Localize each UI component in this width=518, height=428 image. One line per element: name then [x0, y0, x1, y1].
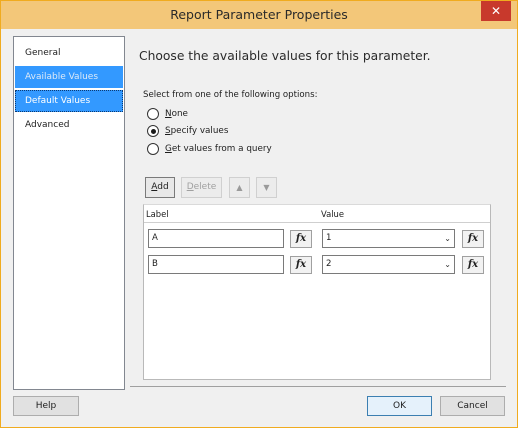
column-header-value: Value [321, 209, 344, 219]
value-text-row-1: 1 [326, 233, 332, 243]
page-navigation: General Available Values Default Values … [13, 36, 125, 390]
nav-item-available-values[interactable]: Available Values [15, 66, 123, 88]
delete-button[interactable]: Delete [181, 177, 222, 198]
arrow-up-icon: ▲ [236, 183, 243, 192]
nav-item-advanced[interactable]: Advanced [15, 114, 123, 136]
value-expression-button-row-2[interactable]: fx [462, 256, 484, 274]
value-combo-row-2[interactable]: 2 ⌄ [322, 255, 455, 274]
page-heading: Choose the available values for this par… [139, 49, 431, 63]
value-text-row-2: 2 [326, 259, 332, 269]
add-button[interactable]: Add [145, 177, 175, 198]
radio-specify-values-label: Specify values [165, 126, 229, 136]
cancel-button[interactable]: Cancel [440, 396, 505, 416]
value-combo-row-1[interactable]: 1 ⌄ [322, 229, 455, 248]
close-icon: ✕ [490, 4, 502, 18]
options-prompt: Select from one of the following options… [143, 90, 318, 100]
move-up-button[interactable]: ▲ [229, 177, 250, 198]
label-input-row-2[interactable]: B [148, 255, 284, 274]
dialog-body: General Available Values Default Values … [8, 30, 510, 422]
nav-item-general[interactable]: General [15, 42, 123, 64]
value-expression-button-row-1[interactable]: fx [462, 230, 484, 248]
fx-icon: fx [295, 233, 307, 244]
fx-icon: fx [467, 259, 479, 270]
nav-item-default-values[interactable]: Default Values [15, 90, 123, 112]
values-grid: Label Value A fx 1 ⌄ fx B fx 2 ⌄ fx [143, 204, 491, 380]
help-button[interactable]: Help [13, 396, 79, 416]
label-input-row-1[interactable]: A [148, 229, 284, 248]
footer-divider [130, 386, 506, 387]
radio-query-label: Get values from a query [165, 144, 272, 154]
radio-button-specify-values[interactable] [147, 125, 159, 137]
column-header-label: Label [146, 209, 169, 219]
radio-button-none[interactable] [147, 108, 159, 120]
close-button[interactable]: ✕ [481, 1, 511, 21]
title-bar: Report Parameter Properties ✕ [1, 1, 517, 29]
dialog-window: Report Parameter Properties ✕ General Av… [0, 0, 518, 428]
radio-none-label: None [165, 109, 188, 119]
chevron-down-icon[interactable]: ⌄ [444, 256, 451, 273]
radio-none[interactable]: None [147, 107, 188, 121]
fx-icon: fx [467, 233, 479, 244]
radio-button-query[interactable] [147, 143, 159, 155]
dialog-title: Report Parameter Properties [170, 7, 348, 22]
chevron-down-icon[interactable]: ⌄ [444, 230, 451, 247]
arrow-down-icon: ▼ [263, 183, 270, 192]
grid-header: Label Value [144, 205, 490, 223]
radio-query[interactable]: Get values from a query [147, 142, 272, 156]
radio-specify-values[interactable]: Specify values [147, 124, 228, 138]
label-expression-button-row-2[interactable]: fx [290, 256, 312, 274]
ok-button[interactable]: OK [367, 396, 432, 416]
label-expression-button-row-1[interactable]: fx [290, 230, 312, 248]
fx-icon: fx [295, 259, 307, 270]
move-down-button[interactable]: ▼ [256, 177, 277, 198]
